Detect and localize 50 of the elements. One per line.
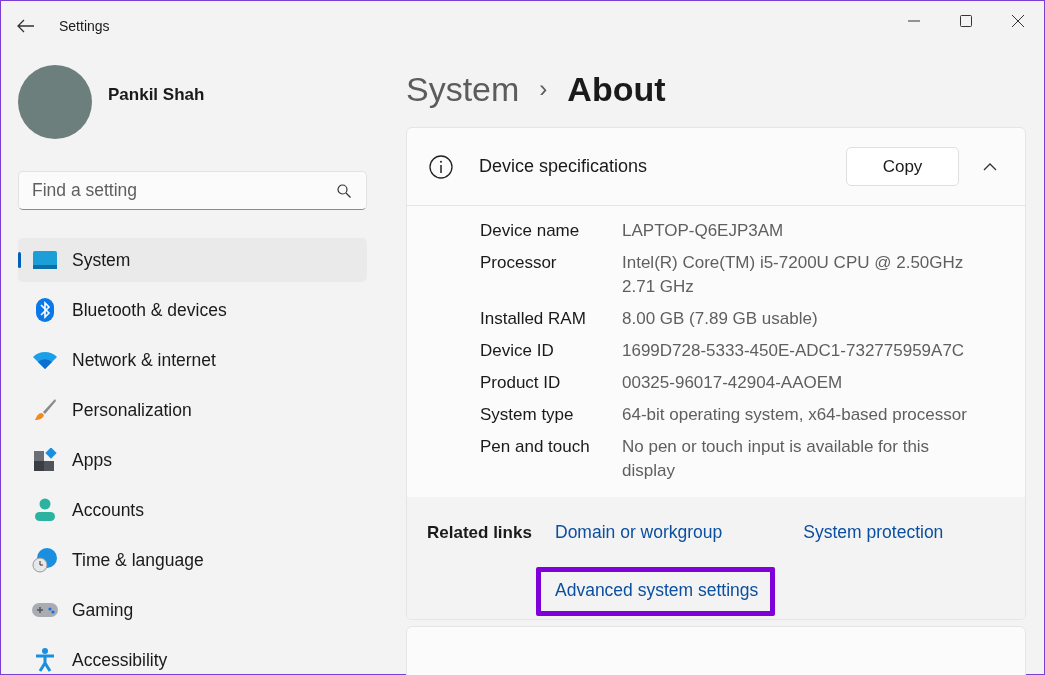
sidebar-item[interactable]: Time & language	[18, 538, 367, 582]
user-name: Pankil Shah	[108, 85, 205, 105]
gamepad-icon	[31, 601, 59, 619]
page-title: About	[567, 69, 666, 109]
sidebar-item[interactable]: Personalization	[18, 388, 367, 432]
link[interactable]: Advanced system settings	[536, 567, 776, 616]
spec-label: Device ID	[480, 340, 555, 362]
window-title: Settings	[59, 18, 110, 34]
breadcrumb-parent[interactable]: System	[406, 69, 520, 109]
spec-label: Installed RAM	[480, 308, 587, 330]
sidebar-item[interactable]: Bluetooth & devices	[18, 288, 367, 332]
person-icon	[34, 498, 56, 522]
back-arrow-icon[interactable]	[17, 19, 35, 33]
monitor-icon	[32, 250, 58, 270]
copy-button[interactable]: Copy	[846, 147, 959, 186]
search-icon	[337, 184, 351, 198]
paintbrush-icon	[33, 398, 57, 422]
sidebar-item[interactable]: Accessibility	[18, 638, 367, 675]
spec-value: 1699D728-5333-450E-ADC1-732775959A7C	[622, 340, 966, 362]
sidebar-item[interactable]: System	[18, 238, 367, 282]
search-field[interactable]: Find a setting	[18, 171, 367, 210]
related-links-label: Related links	[427, 522, 533, 543]
apps-icon	[33, 448, 57, 472]
close-icon[interactable]	[1012, 15, 1024, 27]
info-icon	[429, 154, 453, 179]
spec-value: No pen or touch input is available for this display	[622, 436, 931, 482]
sidebar-item[interactable]: Gaming	[18, 588, 367, 632]
accessibility-icon	[34, 648, 56, 672]
bluetooth-icon	[35, 297, 55, 323]
link[interactable]: System protection	[803, 514, 944, 551]
spec-label: System type	[480, 404, 575, 426]
spec-label: Processor	[480, 252, 558, 274]
spec-value: 8.00 GB (7.89 GB usable)	[622, 308, 819, 330]
spec-label: Pen and touch	[480, 436, 591, 458]
chevron-icon[interactable]	[983, 162, 997, 171]
spec-value: LAPTOP-Q6EJP3AM	[622, 220, 785, 242]
maximize-icon[interactable]	[960, 15, 972, 27]
sidebar-item[interactable]: Accounts	[18, 488, 367, 532]
sidebar-item[interactable]: Network & internet	[18, 338, 367, 382]
wifi-icon	[32, 351, 58, 369]
globe-clock-icon	[32, 547, 58, 573]
spec-value: Intel(R) Core(TM) i5-7200U CPU @ 2.50GHz 2.71 GHz	[622, 252, 965, 298]
sidebar-item[interactable]: Apps	[18, 438, 367, 482]
section-title: Device specifications	[479, 156, 648, 177]
spec-label: Device name	[480, 220, 581, 242]
link[interactable]: Domain or workgroup	[555, 514, 723, 551]
spec-value: 64-bit operating system, x64-based processor	[622, 404, 967, 426]
spec-label: Product ID	[480, 372, 562, 394]
spec-value: 00325-96017-42904-AAOEM	[622, 372, 844, 394]
breadcrumb-separator: ›	[539, 75, 548, 103]
